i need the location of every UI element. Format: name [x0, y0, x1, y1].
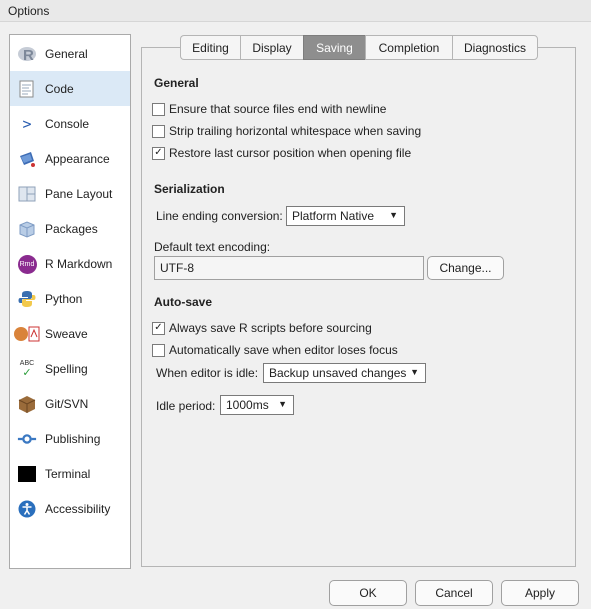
- sidebar-item-label: Spelling: [45, 362, 88, 376]
- svg-text:R: R: [23, 47, 34, 64]
- tab-bar: Editing Display Saving Completion Diagno…: [180, 35, 538, 60]
- section-heading-autosave: Auto-save: [154, 295, 213, 309]
- sidebar-item-publishing[interactable]: Publishing: [10, 421, 130, 456]
- checkbox-label: Ensure that source files end with newlin…: [169, 102, 387, 116]
- encoding-label: Default text encoding:: [154, 240, 271, 254]
- sidebar-item-label: R Markdown: [45, 257, 113, 271]
- select-value: Backup unsaved changes: [269, 366, 407, 380]
- sidebar-item-label: Accessibility: [45, 502, 111, 516]
- rmd-icon: Rmd: [17, 254, 37, 274]
- options-sidebar: R General Code > Console Appearance Pane…: [9, 34, 131, 569]
- tab-diagnostics[interactable]: Diagnostics: [452, 35, 538, 60]
- encoding-value: UTF-8: [160, 261, 194, 275]
- checkbox-label: Restore last cursor position when openin…: [169, 146, 412, 160]
- sidebar-item-console[interactable]: > Console: [10, 106, 130, 141]
- checkbox-box[interactable]: ✓: [152, 146, 165, 160]
- sidebar-item-terminal[interactable]: Terminal: [10, 456, 130, 491]
- chevron-down-icon: ▼: [278, 399, 287, 409]
- tab-completion[interactable]: Completion: [365, 35, 452, 60]
- idle-period-label: Idle period:: [156, 399, 216, 413]
- sidebar-item-label: Console: [45, 117, 90, 131]
- sidebar-item-python[interactable]: Python: [10, 281, 130, 316]
- idle-action-label: When editor is idle:: [156, 366, 259, 380]
- checkbox-box[interactable]: [152, 102, 165, 116]
- sidebar-item-label: Git/SVN: [45, 397, 89, 411]
- sidebar-item-label: Terminal: [45, 467, 91, 481]
- sidebar-item-git-svn[interactable]: Git/SVN: [10, 386, 130, 421]
- tab-saving[interactable]: Saving: [303, 35, 365, 60]
- apply-button[interactable]: Apply: [501, 580, 579, 606]
- pane-layout-icon: [17, 184, 37, 204]
- line-ending-select[interactable]: Platform Native ▼: [286, 206, 405, 226]
- save-before-sourcing-checkbox[interactable]: ✓ Always save R scripts before sourcing: [152, 320, 372, 336]
- chevron-down-icon: ▼: [410, 367, 419, 377]
- restore-cursor-checkbox[interactable]: ✓ Restore last cursor position when open…: [152, 145, 411, 161]
- terminal-icon: [17, 464, 37, 484]
- sidebar-item-appearance[interactable]: Appearance: [10, 141, 130, 176]
- sidebar-item-accessibility[interactable]: Accessibility: [10, 491, 130, 526]
- ensure-newline-checkbox[interactable]: Ensure that source files end with newlin…: [152, 101, 386, 117]
- sidebar-item-label: Code: [45, 82, 74, 96]
- chevron-down-icon: ▼: [389, 210, 398, 220]
- select-value: Platform Native: [292, 209, 375, 223]
- git-box-icon: [17, 394, 37, 414]
- check-mark-icon: ✓: [154, 322, 163, 333]
- console-prompt-icon: >: [17, 114, 37, 134]
- sidebar-item-pane-layout[interactable]: Pane Layout: [10, 176, 130, 211]
- title-bar: Options: [0, 0, 591, 22]
- package-box-icon: [17, 219, 37, 239]
- spelling-abc-icon: ABC ✓: [17, 359, 37, 379]
- sidebar-item-label: Appearance: [45, 152, 110, 166]
- sweave-pdf-icon: [13, 324, 41, 344]
- sidebar-item-spelling[interactable]: ABC ✓ Spelling: [10, 351, 130, 386]
- console-prompt-glyph: >: [22, 115, 32, 133]
- sidebar-item-label: Python: [45, 292, 83, 306]
- publishing-icon: [17, 429, 37, 449]
- tab-display[interactable]: Display: [240, 35, 303, 60]
- sidebar-item-code[interactable]: Code: [10, 71, 130, 106]
- paint-bucket-icon: [17, 149, 37, 169]
- sidebar-item-label: Pane Layout: [45, 187, 113, 201]
- sidebar-item-label: Packages: [45, 222, 98, 236]
- sidebar-item-label: Sweave: [45, 327, 88, 341]
- checkbox-label: Strip trailing horizontal whitespace whe…: [169, 124, 422, 138]
- sidebar-item-label: General: [45, 47, 88, 61]
- rmd-badge: Rmd: [17, 254, 37, 274]
- window-title: Options: [8, 4, 50, 18]
- cancel-button[interactable]: Cancel: [415, 580, 493, 606]
- change-encoding-button[interactable]: Change...: [427, 256, 504, 280]
- section-heading-serialization: Serialization: [154, 182, 225, 196]
- strip-whitespace-checkbox[interactable]: Strip trailing horizontal whitespace whe…: [152, 123, 421, 139]
- section-heading-general: General: [154, 76, 199, 90]
- line-ending-label: Line ending conversion:: [156, 209, 283, 223]
- r-logo-icon: R: [17, 44, 37, 64]
- checkbox-label: Automatically save when editor loses foc…: [169, 343, 398, 357]
- code-file-icon: [17, 79, 37, 99]
- python-logo-icon: [17, 289, 37, 309]
- idle-period-select[interactable]: 1000ms ▼: [220, 395, 294, 415]
- checkbox-box[interactable]: [152, 343, 165, 357]
- accessibility-icon: [17, 499, 37, 519]
- idle-action-select[interactable]: Backup unsaved changes ▼: [263, 363, 426, 383]
- sidebar-item-r-markdown[interactable]: Rmd R Markdown: [10, 246, 130, 281]
- sidebar-item-general[interactable]: R General: [10, 36, 130, 71]
- select-value: 1000ms: [226, 398, 269, 412]
- encoding-field[interactable]: UTF-8: [154, 256, 424, 280]
- sidebar-item-sweave[interactable]: Sweave: [10, 316, 130, 351]
- checkbox-label: Always save R scripts before sourcing: [169, 321, 372, 335]
- autosave-focus-checkbox[interactable]: Automatically save when editor loses foc…: [152, 342, 398, 358]
- tab-editing[interactable]: Editing: [180, 35, 240, 60]
- check-mark-icon: ✓: [154, 147, 163, 158]
- spelling-check-glyph: ✓: [22, 366, 32, 379]
- ok-button[interactable]: OK: [329, 580, 407, 606]
- checkbox-box[interactable]: ✓: [152, 321, 165, 335]
- checkbox-box[interactable]: [152, 124, 165, 138]
- sidebar-item-label: Publishing: [45, 432, 101, 446]
- sidebar-item-packages[interactable]: Packages: [10, 211, 130, 246]
